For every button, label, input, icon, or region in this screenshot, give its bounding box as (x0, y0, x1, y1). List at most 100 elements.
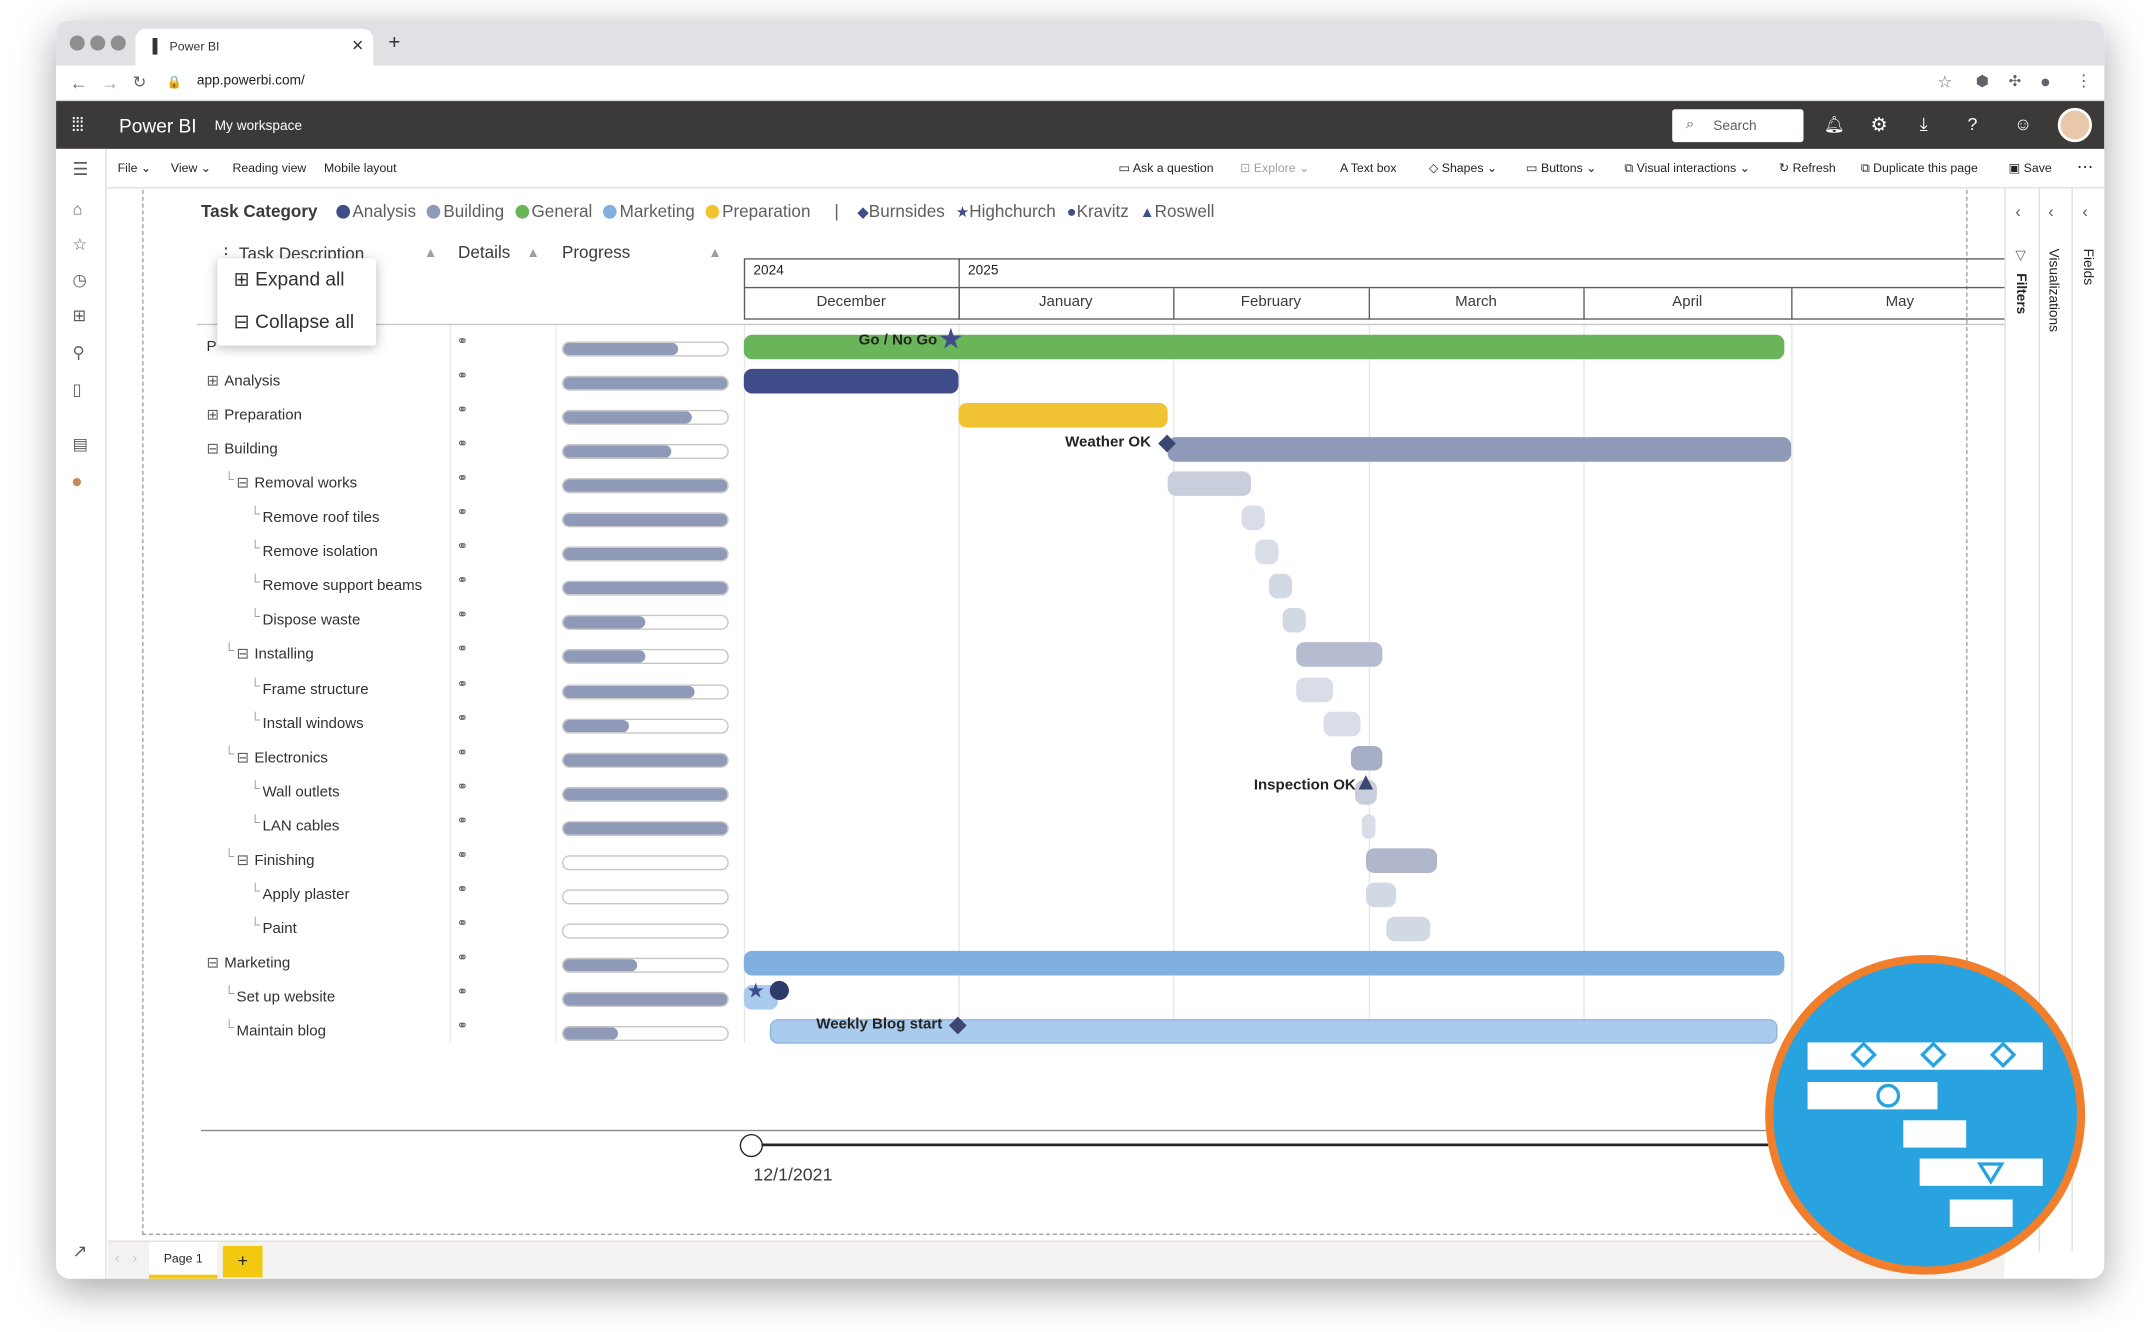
legend-owner-roswell[interactable]: ▲Roswell (1140, 202, 1215, 221)
visualizations-pane-label[interactable]: Visualizations (2045, 249, 2060, 332)
expand-all-item[interactable]: ⊞ Expand all (234, 268, 345, 291)
puzzle-icon[interactable]: ✣ (2009, 72, 2022, 90)
task-label[interactable]: LAN cables (263, 818, 340, 834)
milestone-diamond-icon[interactable]: ◆ (1158, 429, 1176, 456)
legend-item-analysis[interactable]: Analysis (335, 202, 416, 221)
save-button[interactable]: ▣ Save (2009, 161, 2052, 176)
bar-remove-roof-tiles[interactable] (1241, 505, 1265, 531)
browser-tab[interactable]: ▐ Power BI ✕ (135, 28, 374, 66)
collapse-all-item[interactable]: ⊟ Collapse all (234, 310, 354, 333)
legend-owner-highchurch[interactable]: ★Highchurch (956, 202, 1056, 221)
reload-icon[interactable]: ↻ (133, 72, 147, 91)
explore-button[interactable]: ⊡ Explore ⌄ (1240, 161, 1309, 176)
home-icon[interactable]: ⌂ (72, 201, 82, 217)
more-options-icon[interactable]: ⋯ (2077, 157, 2093, 176)
task-label[interactable]: P (206, 339, 216, 355)
collapse-row-icon[interactable]: ⊟ (206, 953, 219, 971)
url-field[interactable]: app.powerbi.com/ (197, 74, 305, 89)
visual-interactions-button[interactable]: ⧉ Visual interactions ⌄ (1624, 161, 1750, 176)
bar-apply-plaster[interactable] (1365, 882, 1397, 907)
bar-installing[interactable] (1296, 642, 1383, 668)
shapes-button[interactable]: ◇ Shapes ⌄ (1429, 161, 1497, 176)
new-tab-icon[interactable]: + (388, 31, 400, 54)
details-link-icon[interactable]: ⚭ (457, 574, 468, 589)
workspaces-icon[interactable]: ▤ (72, 436, 88, 452)
slider-track[interactable] (753, 1143, 1834, 1147)
collapse-row-icon[interactable]: ⊟ (237, 748, 250, 765)
learn-book-icon[interactable]: ▯ (72, 381, 81, 397)
details-link-icon[interactable]: ⚭ (457, 608, 468, 623)
bar-remove-isolation[interactable] (1255, 540, 1279, 565)
collapse-row-icon[interactable]: ⊟ (237, 474, 250, 492)
bar-removal-works[interactable] (1167, 471, 1252, 497)
bar-dispose-waste[interactable] (1282, 608, 1306, 634)
sort-progress-icon[interactable]: ▲ (708, 246, 722, 261)
extension-icon[interactable]: ⬢ (1976, 72, 1989, 90)
task-label[interactable]: Building (224, 441, 278, 457)
details-link-icon[interactable]: ⚭ (457, 985, 468, 1000)
tab-close-icon[interactable]: ✕ (351, 37, 364, 54)
details-link-icon[interactable]: ⚭ (457, 677, 468, 692)
legend-item-marketing[interactable]: Marketing (603, 202, 695, 221)
collapse-row-icon[interactable]: ⊟ (206, 440, 219, 457)
bookmark-star-icon[interactable]: ☆ (1937, 72, 1952, 91)
task-label[interactable]: Dispose waste (263, 613, 361, 629)
task-label[interactable]: Remove roof tiles (263, 510, 380, 526)
menu-file[interactable]: File ⌄ (118, 161, 152, 176)
window-close-dot[interactable] (69, 35, 85, 51)
details-link-icon[interactable]: ⚭ (457, 437, 468, 452)
bar-frame-structure[interactable] (1296, 676, 1334, 702)
bar-building[interactable] (1167, 437, 1792, 462)
task-label[interactable]: Frame structure (263, 681, 369, 697)
visualizations-collapse-icon[interactable]: ‹ (2048, 202, 2053, 221)
forward-icon[interactable]: → (101, 72, 119, 92)
milestone-star-icon[interactable]: ★ (938, 322, 964, 356)
bar-preparation[interactable] (958, 403, 1168, 428)
task-label[interactable]: Apply plaster (263, 886, 350, 902)
bar-marketing[interactable] (743, 950, 1785, 976)
window-maximize-dot[interactable] (110, 35, 126, 51)
details-link-icon[interactable]: ⚭ (457, 540, 468, 555)
task-label[interactable]: Maintain blog (237, 1023, 326, 1039)
prev-page-icon[interactable]: ‹ (115, 1251, 120, 1266)
legend-owner-kravitz[interactable]: ●Kravitz (1067, 202, 1129, 221)
sort-task-icon[interactable]: ▲ (424, 246, 438, 261)
ask-question-button[interactable]: ▭ Ask a question (1118, 161, 1213, 176)
expand-row-icon[interactable]: ⊞ (206, 406, 219, 423)
milestone-triangle-icon[interactable]: ▲ (1354, 768, 1378, 797)
website-circle-icon[interactable] (769, 980, 789, 1001)
task-label[interactable]: Set up website (237, 989, 336, 1005)
search-box[interactable]: ⌕ Search (1672, 109, 1804, 143)
details-link-icon[interactable]: ⚭ (457, 951, 468, 966)
details-link-icon[interactable]: ⚭ (457, 506, 468, 521)
bar-analysis[interactable] (743, 368, 959, 394)
refresh-button[interactable]: ↻ Refresh (1779, 161, 1836, 176)
task-label[interactable]: Remove isolation (263, 544, 378, 560)
task-label[interactable]: Finishing (254, 852, 314, 868)
details-link-icon[interactable]: ⚭ (457, 848, 468, 863)
browser-menu-icon[interactable]: ⋮ (2076, 71, 2092, 90)
text-box-button[interactable]: A Text box (1340, 161, 1397, 175)
website-star-icon[interactable]: ★ (747, 978, 765, 1003)
task-label[interactable]: Wall outlets (263, 784, 340, 800)
fields-collapse-icon[interactable]: ‹ (2082, 202, 2087, 221)
hamburger-menu-icon[interactable]: ☰ (72, 160, 88, 178)
task-label[interactable]: Paint (263, 921, 297, 937)
bar-electronics[interactable] (1350, 745, 1383, 770)
task-label[interactable]: Remove support beams (263, 578, 423, 594)
filters-collapse-icon[interactable]: ‹ (2015, 202, 2020, 221)
page-tab-1[interactable]: Page 1 (149, 1241, 218, 1279)
details-link-icon[interactable]: ⚭ (457, 745, 468, 760)
task-label[interactable]: Analysis (224, 373, 280, 389)
feedback-smiley-icon[interactable]: ☺ (2014, 113, 2032, 133)
details-link-icon[interactable]: ⚭ (457, 369, 468, 384)
user-avatar[interactable] (2057, 107, 2092, 143)
header-details[interactable]: Details (458, 243, 510, 262)
task-label[interactable]: Electronics (254, 749, 328, 765)
task-label[interactable]: Installing (254, 647, 313, 663)
details-link-icon[interactable]: ⚭ (457, 1019, 468, 1034)
apps-icon[interactable]: ⊞ (72, 307, 86, 323)
bar-install-windows[interactable] (1323, 711, 1361, 736)
details-link-icon[interactable]: ⚭ (457, 472, 468, 487)
expand-row-icon[interactable]: ⊞ (206, 372, 219, 389)
